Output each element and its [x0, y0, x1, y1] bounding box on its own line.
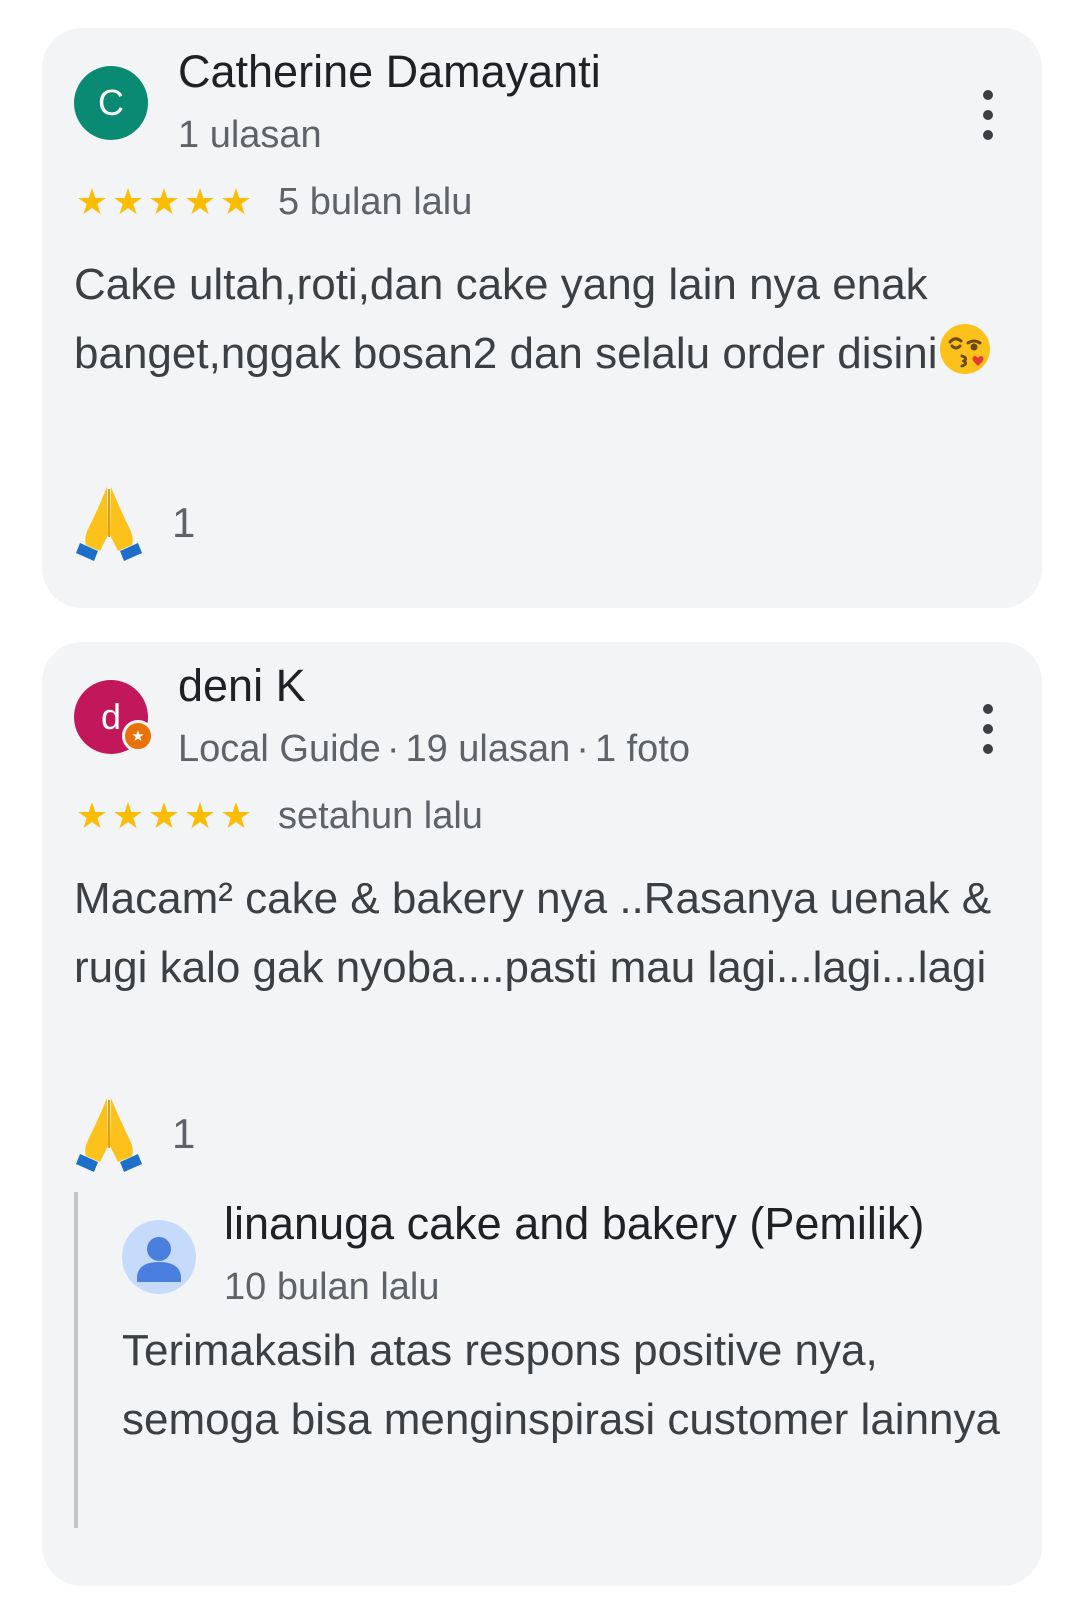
owner-reply: linanuga cake and bakery (Pemilik) 10 bu… — [74, 1192, 1018, 1528]
star-icon: ★ — [111, 795, 145, 836]
reaction[interactable]: 1 — [74, 483, 195, 563]
more-dot — [983, 744, 993, 754]
star-icon: ★ — [147, 795, 181, 836]
reviewer-meta: 1 ulasan — [178, 114, 322, 156]
review-text-body: Cake ultah,roti,dan cake yang lain nya e… — [74, 260, 938, 378]
reviewer-meta: Local Guide · 19 ulasan · 1 foto — [178, 728, 690, 771]
avatar[interactable]: C — [74, 66, 148, 140]
star-rating: ★ ★ ★ ★ ★ — [74, 184, 254, 220]
star-icon: ★ — [219, 181, 253, 222]
owner-avatar — [122, 1220, 196, 1294]
folded-hands-emoji-icon — [76, 1098, 142, 1172]
review-count: 19 ulasan — [405, 728, 571, 770]
person-icon — [137, 1237, 181, 1282]
owner-name[interactable]: linanuga cake and bakery (Pemilik) — [224, 1198, 924, 1250]
rating-row: ★ ★ ★ ★ ★ 5 bulan lalu — [74, 178, 473, 226]
more-dot — [983, 90, 993, 100]
avatar-letter: d — [100, 696, 122, 737]
star-rating: ★ ★ ★ ★ ★ — [74, 798, 254, 834]
reaction-count: 1 — [172, 499, 196, 546]
reaction-count: 1 — [172, 1110, 196, 1157]
kissing-face-emoji-icon — [939, 324, 990, 374]
separator: · — [386, 728, 400, 770]
star-icon: ★ — [219, 795, 253, 836]
avatar-letter: C — [98, 82, 124, 123]
rating-row: ★ ★ ★ ★ ★ setahun lalu — [74, 792, 483, 840]
star-icon: ★ — [75, 181, 109, 222]
local-guide-badge-icon: ★ — [122, 720, 154, 752]
review-card: C Catherine Damayanti 1 ulasan ★ ★ ★ ★ ★… — [42, 28, 1042, 608]
review-time: setahun lalu — [278, 794, 483, 837]
avatar[interactable]: d ★ — [74, 680, 154, 754]
more-dot — [983, 110, 993, 120]
star-icon: ★ — [183, 181, 217, 222]
more-dot — [983, 130, 993, 140]
star-icon: ★ — [183, 795, 217, 836]
folded-hands-emoji-icon — [76, 487, 142, 561]
owner-reply-text: Terimakasih atas respons positive nya, s… — [122, 1326, 1000, 1444]
review-time: 5 bulan lalu — [278, 180, 473, 223]
separator: · — [576, 728, 589, 770]
local-guide-label: Local Guide — [178, 728, 381, 770]
review-text: Macam² cake & bakery nya ..Rasanya uenak… — [74, 874, 992, 992]
more-options-button[interactable] — [978, 90, 998, 140]
star-icon: ★ — [147, 181, 181, 222]
owner-reply-time: 10 bulan lalu — [224, 1266, 440, 1308]
star-icon: ★ — [75, 795, 109, 836]
more-dot — [983, 724, 993, 734]
review-text: Cake ultah,roti,dan cake yang lain nya e… — [74, 250, 1004, 388]
reviewer-name[interactable]: deni K — [178, 660, 306, 712]
more-options-button[interactable] — [978, 704, 998, 754]
star-icon: ★ — [111, 181, 145, 222]
more-dot — [983, 704, 993, 714]
review-card: d ★ deni K Local Guide · 19 ulasan · 1 foto … — [42, 642, 1042, 1586]
reviewer-name[interactable]: Catherine Damayanti — [178, 46, 601, 98]
reaction[interactable]: 1 — [74, 1094, 195, 1174]
photo-count: 1 foto — [594, 728, 691, 770]
